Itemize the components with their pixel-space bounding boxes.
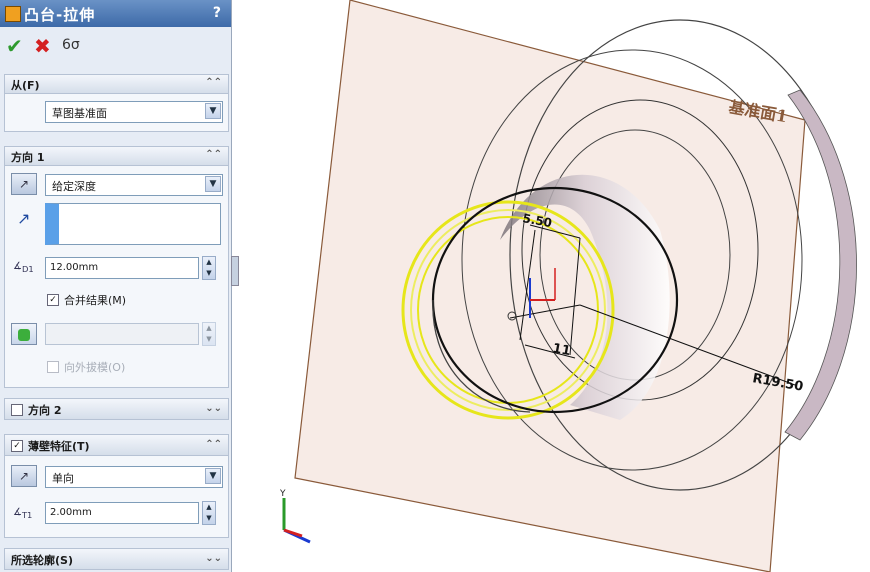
draft-outward-label: 向外拔模(O) — [64, 361, 126, 374]
draft-outward-checkbox: 向外拔模(O) — [47, 359, 125, 375]
checkbox-unchecked-icon — [11, 404, 23, 416]
dim-bottom-label[interactable]: 11 — [551, 341, 571, 359]
thickness-spinner[interactable]: ▲ ▼ — [202, 501, 216, 525]
section-direction2-label: 方向 2 — [28, 404, 62, 417]
section-direction2-header[interactable]: 方向 2 ⌄⌄ — [5, 399, 228, 419]
depth-spinner[interactable]: ▲ ▼ — [202, 256, 216, 280]
reverse-direction-button[interactable]: ↗ — [11, 173, 37, 195]
end-condition-select[interactable]: 给定深度 ▼ — [45, 174, 223, 196]
end-condition-value: 给定深度 — [52, 180, 96, 193]
title-bar: 凸台-拉伸 ? — [0, 0, 231, 27]
section-thin-feature: ✓ 薄壁特征(T) ⌃⌃ ↗ 单向 ▼ ∡T1 2.00mm ▲ ▼ — [4, 434, 229, 538]
draft-angle-input — [45, 323, 199, 345]
depth-value: 12.00mm — [50, 262, 99, 273]
section-thin-header[interactable]: ✓ 薄壁特征(T) ⌃⌃ — [5, 435, 228, 456]
direction-arrow-icon: ↗ — [17, 209, 31, 228]
depth-input[interactable]: 12.00mm — [45, 257, 199, 279]
graphics-viewport[interactable]: 基准面1 R19.50 5.50 11 Y — [240, 0, 870, 572]
merge-result-checkbox[interactable]: ✓ 合并结果(M) — [47, 292, 126, 308]
chevron-down-icon: ⌄⌄ — [205, 403, 222, 414]
thickness-value: 2.00mm — [50, 507, 92, 518]
direction2-checkbox[interactable]: 方向 2 — [11, 402, 61, 418]
chevron-up-icon: ⌃⌃ — [205, 77, 222, 88]
depth-icon: ∡D1 — [13, 261, 34, 274]
action-bar: ✔ ✖ 6σ — [0, 27, 231, 65]
section-contours-label: 所选轮廓(S) — [11, 554, 73, 567]
triad-y-label: Y — [279, 489, 286, 499]
from-select-value: 草图基准面 — [52, 107, 107, 120]
thickness-icon: ∡T1 — [13, 507, 33, 520]
detailed-preview-button[interactable]: 6σ — [62, 37, 80, 53]
thin-feature-checkbox[interactable]: ✓ 薄壁特征(T) — [11, 438, 90, 454]
boss-extrude-icon — [5, 6, 21, 22]
checkbox-unchecked-icon — [47, 361, 59, 373]
section-direction1-label: 方向 1 — [11, 151, 45, 164]
panel-splitter-handle[interactable] — [231, 256, 239, 286]
chevron-down-icon: ⌄⌄ — [205, 553, 222, 564]
from-select[interactable]: 草图基准面 ▼ — [45, 101, 223, 123]
section-from: 从(F) ⌃⌃ 草图基准面 ▼ — [4, 74, 229, 132]
chevron-down-icon: ▼ — [205, 468, 221, 484]
direction-vector-field[interactable] — [45, 203, 221, 245]
section-thin-label: 薄壁特征(T) — [28, 440, 90, 453]
draft-icon — [18, 328, 30, 341]
checkbox-checked-icon: ✓ — [11, 440, 23, 452]
draft-toggle-button[interactable] — [11, 323, 37, 345]
thickness-input[interactable]: 2.00mm — [45, 502, 199, 524]
property-manager: 凸台-拉伸 ? ✔ ✖ 6σ 从(F) ⌃⌃ 草图基准面 ▼ 方向 1 ⌃⌃ ↗… — [0, 0, 232, 572]
chevron-down-icon: ▼ — [205, 176, 221, 192]
chevron-up-icon: ⌃⌃ — [205, 439, 222, 450]
reference-plane[interactable] — [294, 0, 806, 572]
help-button[interactable]: ? — [213, 5, 221, 21]
chevron-up-icon: ⌃⌃ — [205, 149, 222, 160]
section-contours-header[interactable]: 所选轮廓(S) ⌄⌄ — [5, 549, 228, 569]
cancel-button[interactable]: ✖ — [34, 34, 51, 58]
checkbox-checked-icon: ✓ — [47, 294, 59, 306]
thin-type-select[interactable]: 单向 ▼ — [45, 466, 223, 488]
section-direction1-header[interactable]: 方向 1 ⌃⌃ — [5, 147, 228, 166]
view-triad: Y — [279, 489, 311, 544]
chevron-down-icon: ▼ — [205, 103, 221, 119]
section-selected-contours: 所选轮廓(S) ⌄⌄ — [4, 548, 229, 570]
thin-type-value: 单向 — [52, 472, 74, 485]
thin-reverse-button[interactable]: ↗ — [11, 465, 37, 487]
section-direction2: 方向 2 ⌄⌄ — [4, 398, 229, 420]
section-direction1: 方向 1 ⌃⌃ ↗ 给定深度 ▼ ↗ ∡D1 12.00mm ▲ ▼ ✓ 合并结果(… — [4, 146, 229, 388]
draft-angle-spinner: ▲ ▼ — [202, 322, 216, 346]
section-from-label: 从(F) — [11, 79, 40, 92]
merge-result-label: 合并结果(M) — [64, 294, 127, 307]
section-from-header[interactable]: 从(F) ⌃⌃ — [5, 75, 228, 94]
ok-button[interactable]: ✔ — [6, 34, 23, 58]
panel-title: 凸台-拉伸 — [24, 6, 96, 24]
